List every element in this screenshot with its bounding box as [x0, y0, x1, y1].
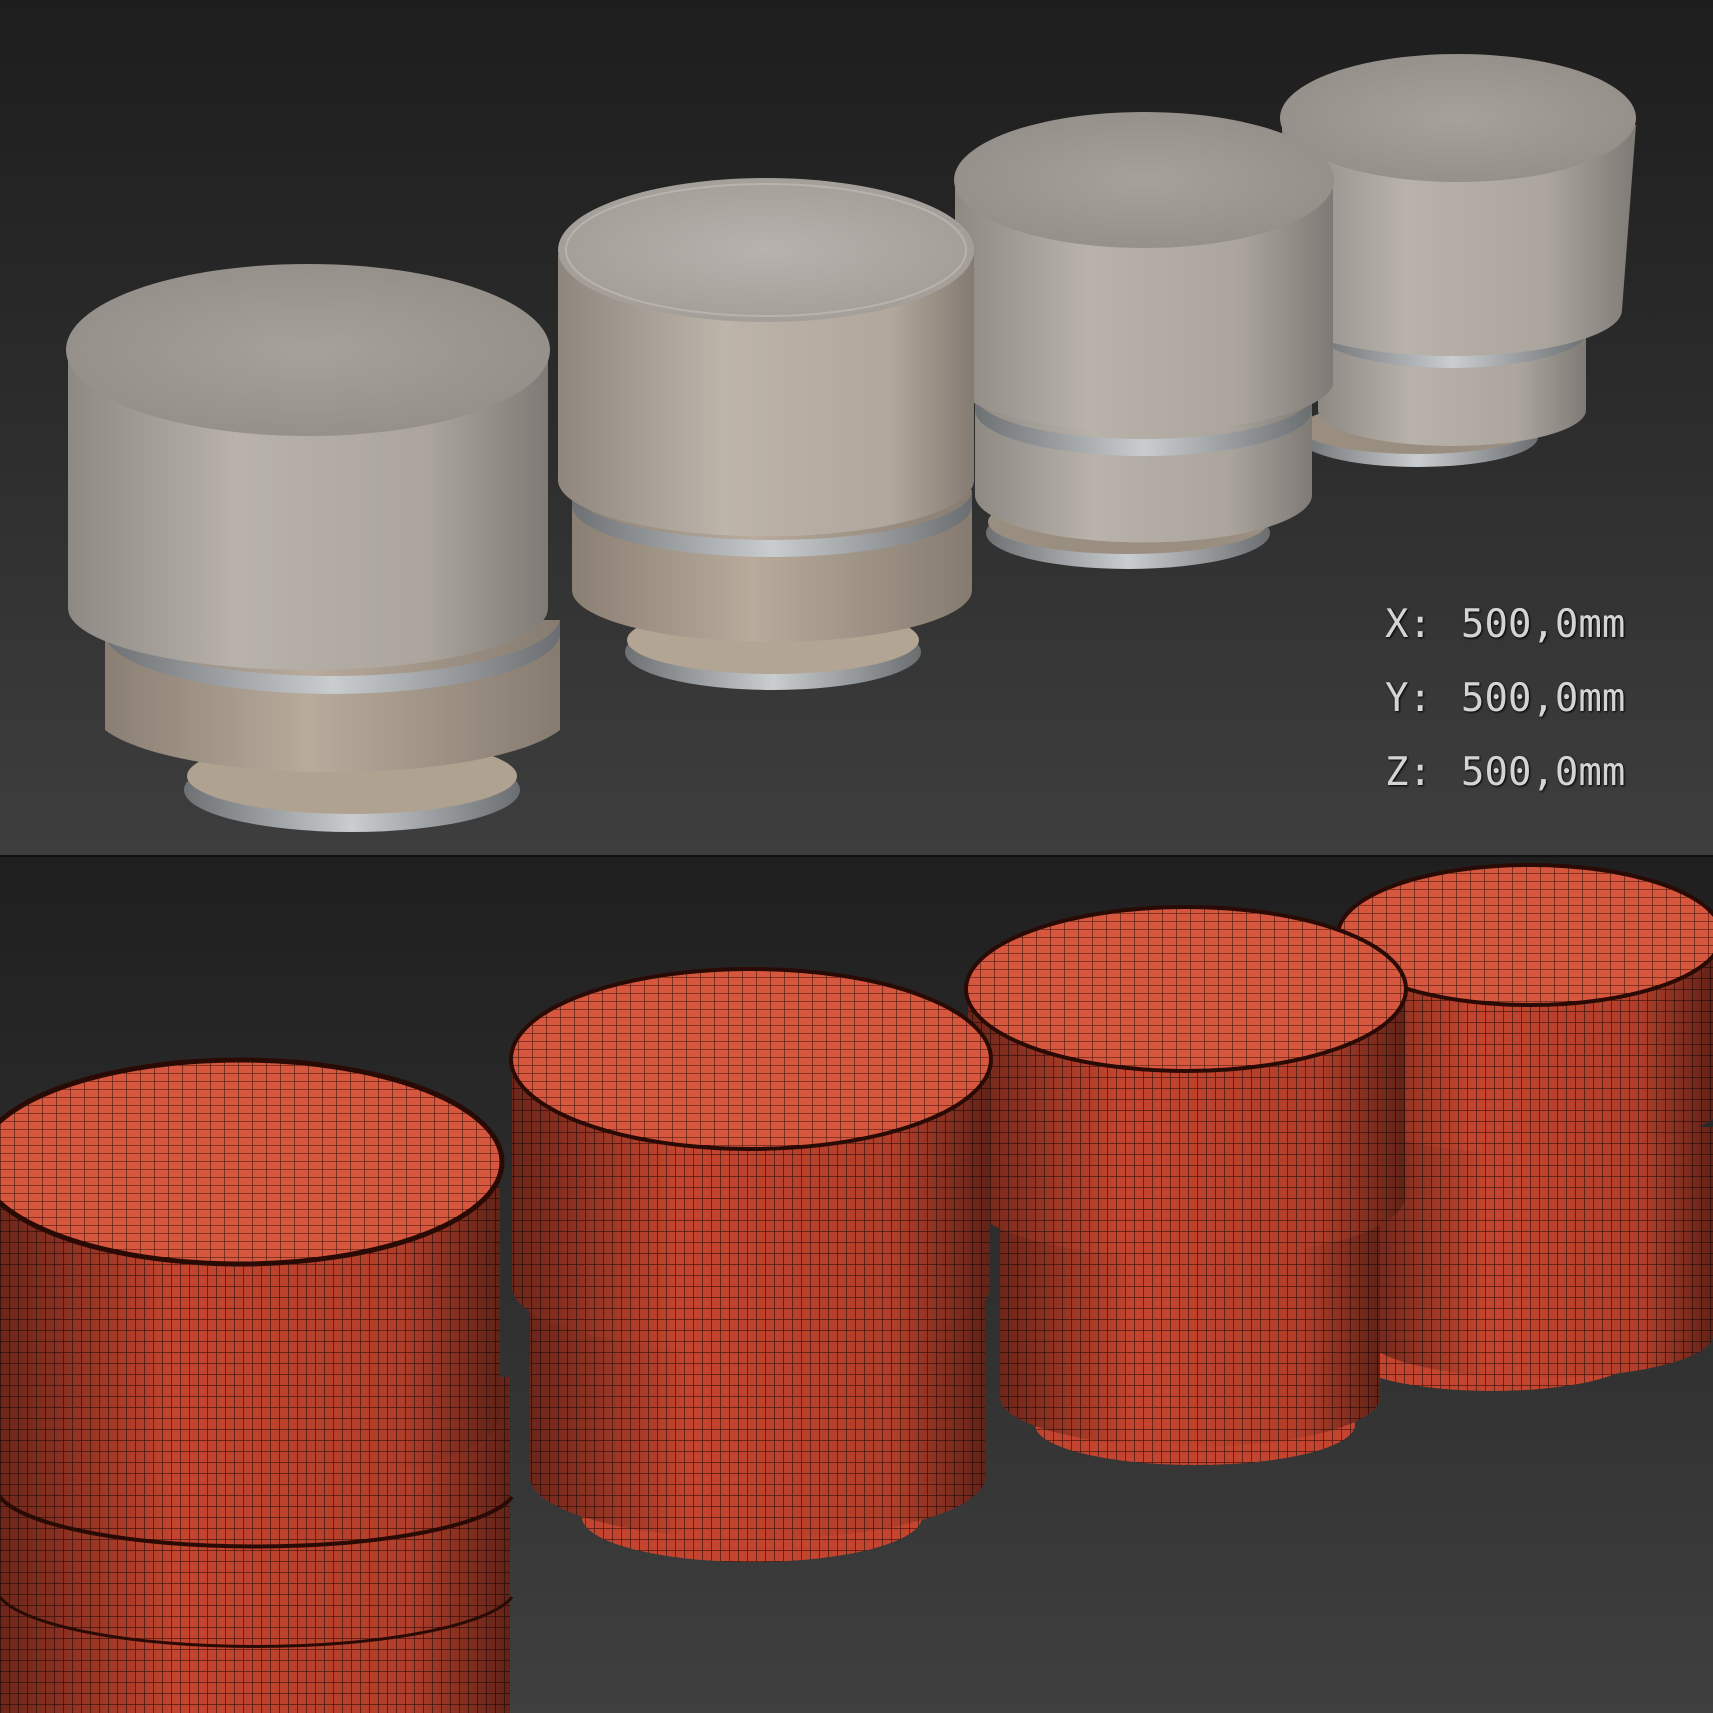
dimension-z: Z: 500,0mm — [1385, 736, 1685, 810]
wire-pouf-1[interactable] — [0, 1057, 514, 1713]
axis-label: Y: — [1385, 676, 1432, 721]
wire-pouf-2[interactable] — [509, 967, 993, 1562]
pouf-3[interactable] — [954, 112, 1334, 569]
axis-value: 500,0mm — [1461, 676, 1626, 721]
axis-value: 500,0mm — [1461, 750, 1626, 795]
axis-value: 500,0mm — [1461, 602, 1626, 647]
render-viewport[interactable]: X: 500,0mm Y: 500,0mm Z: 500,0mm — [0, 0, 1713, 855]
axis-label: X: — [1385, 602, 1432, 647]
dimensions-readout: X: 500,0mm Y: 500,0mm Z: 500,0mm — [1385, 588, 1685, 810]
dimension-y: Y: 500,0mm — [1385, 662, 1685, 736]
wireframe-poufs-scene — [0, 863, 1713, 1713]
dimension-x: X: 500,0mm — [1385, 588, 1685, 662]
pouf-4[interactable] — [1280, 54, 1636, 467]
wireframe-viewport[interactable] — [0, 857, 1713, 1713]
wire-pouf-3[interactable] — [964, 905, 1408, 1465]
axis-label: Z: — [1385, 750, 1432, 795]
pouf-2[interactable] — [558, 178, 974, 690]
pouf-1[interactable] — [66, 264, 560, 832]
